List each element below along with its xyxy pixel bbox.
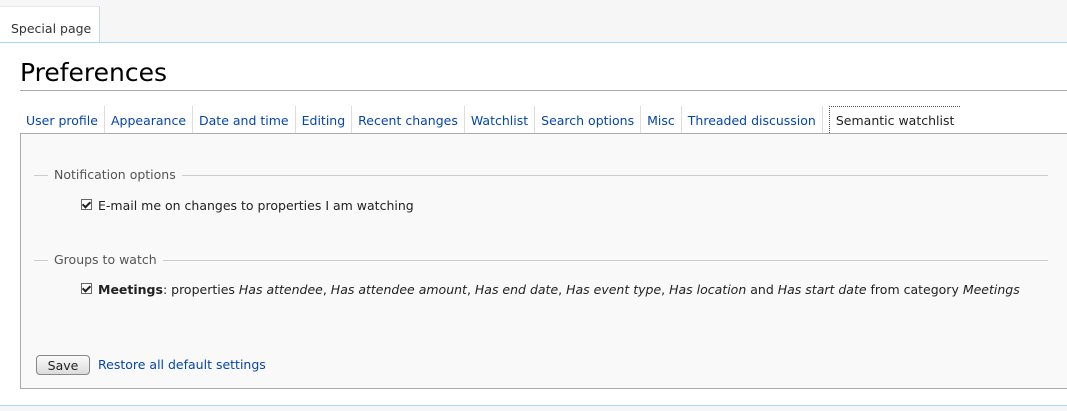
- save-button[interactable]: Save: [36, 355, 90, 375]
- property-3: Has end date: [474, 282, 559, 297]
- tab-search-options[interactable]: Search options: [535, 106, 642, 135]
- property-6: Has start date: [777, 282, 867, 297]
- groups-legend: Groups to watch: [48, 252, 163, 267]
- comma-1: ,: [322, 282, 331, 297]
- page-title: Preferences: [20, 58, 168, 87]
- meetings-group-checkbox[interactable]: [81, 283, 92, 294]
- comma-2: ,: [466, 282, 475, 297]
- restore-defaults-link[interactable]: Restore all default settings: [98, 357, 266, 372]
- property-5: Has location: [669, 282, 747, 297]
- tab-date-and-time[interactable]: Date and time: [193, 106, 296, 135]
- special-page-tab-label: Special page: [11, 21, 92, 36]
- property-2: Has attendee amount: [330, 282, 467, 297]
- tab-user-profile[interactable]: User profile: [20, 106, 105, 135]
- notification-option-label: E-mail me on changes to properties I am …: [98, 198, 414, 213]
- group-name: Meetings: [98, 282, 163, 297]
- notification-legend-line: [34, 175, 1048, 176]
- tab-appearance[interactable]: Appearance: [105, 106, 194, 135]
- comma-3: ,: [558, 282, 567, 297]
- semantic-watchlist-panel: Notification options E-mail me on change…: [20, 133, 1067, 389]
- tab-threaded-discussion[interactable]: Threaded discussion: [682, 106, 823, 135]
- property-1: Has attendee: [238, 282, 323, 297]
- meetings-group-label: Meetings: properties Has attendee, Has a…: [98, 282, 1020, 297]
- title-divider: [20, 90, 1067, 91]
- groups-legend-line: [34, 260, 1048, 261]
- and-text: and: [746, 282, 778, 297]
- comma-4: ,: [661, 282, 670, 297]
- content-area: Preferences User profile Appearance Date…: [0, 42, 1067, 406]
- category-name: Meetings: [962, 282, 1020, 297]
- notification-checkbox[interactable]: [81, 199, 92, 210]
- group-sep: : properties: [162, 282, 239, 297]
- from-category-text: from category: [866, 282, 963, 297]
- special-page-tab[interactable]: Special page: [0, 6, 100, 43]
- tab-semantic-watchlist[interactable]: Semantic watchlist: [828, 106, 961, 135]
- notification-legend: Notification options: [48, 167, 182, 182]
- tab-misc[interactable]: Misc: [641, 106, 682, 135]
- property-4: Has event type: [566, 282, 662, 297]
- preferences-tabs: User profile Appearance Date and time Ed…: [20, 106, 961, 135]
- tab-editing[interactable]: Editing: [296, 106, 353, 135]
- tab-watchlist[interactable]: Watchlist: [465, 106, 536, 135]
- tab-recent-changes[interactable]: Recent changes: [352, 106, 465, 135]
